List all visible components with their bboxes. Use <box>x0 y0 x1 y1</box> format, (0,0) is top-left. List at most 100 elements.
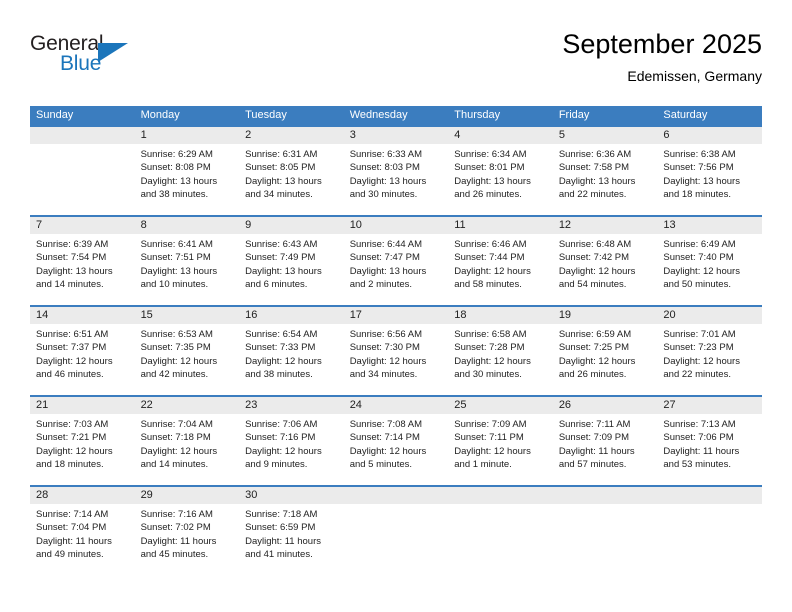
day-details <box>448 504 553 508</box>
sunset-text: Sunset: 7:35 PM <box>140 342 211 354</box>
daylight-text-line2: and 14 minutes. <box>140 459 209 471</box>
day-cell[interactable]: 9 Sunrise: 6:43 AM Sunset: 7:49 PM Dayli… <box>239 217 344 305</box>
daylight-text-line2: and 30 minutes. <box>349 189 418 201</box>
daylight-text-line1: Daylight: 11 hours <box>140 535 217 547</box>
day-cell[interactable]: 23 Sunrise: 7:06 AM Sunset: 7:16 PM Dayl… <box>239 397 344 485</box>
daylight-text-line2: and 18 minutes. <box>663 189 731 201</box>
sunrise-text: Sunrise: 6:43 AM <box>245 239 318 250</box>
day-cell[interactable]: 16 Sunrise: 6:54 AM Sunset: 7:33 PM Dayl… <box>239 307 344 395</box>
day-cell[interactable]: 15 Sunrise: 6:53 AM Sunset: 7:35 PM Dayl… <box>134 307 240 395</box>
day-cell[interactable]: 29 Sunrise: 7:16 AM Sunset: 7:02 PM Dayl… <box>134 487 240 575</box>
day-cell[interactable]: 30 Sunrise: 7:18 AM Sunset: 6:59 PM Dayl… <box>239 487 344 575</box>
day-cell[interactable]: 22 Sunrise: 7:04 AM Sunset: 7:18 PM Dayl… <box>134 397 240 485</box>
day-number: 16 <box>239 307 344 324</box>
day-number: 7 <box>30 217 135 234</box>
sunrise-text: Sunrise: 6:46 AM <box>454 239 527 250</box>
day-cell[interactable]: 3 Sunrise: 6:33 AM Sunset: 8:03 PM Dayli… <box>343 127 449 215</box>
daylight-text-line2: and 26 minutes. <box>558 369 627 381</box>
sunset-text: Sunset: 7:37 PM <box>36 342 107 354</box>
day-details: Sunrise: 7:11 AM Sunset: 7:09 PM Dayligh… <box>553 414 658 472</box>
sunrise-text: Sunrise: 7:08 AM <box>349 419 423 430</box>
daylight-text-line2: and 45 minutes. <box>140 549 209 561</box>
day-cell[interactable]: 5 Sunrise: 6:36 AM Sunset: 7:58 PM Dayli… <box>552 127 658 215</box>
daylight-text-line1: Daylight: 11 hours <box>663 445 740 457</box>
day-cell[interactable]: 1 Sunrise: 6:29 AM Sunset: 8:08 PM Dayli… <box>134 127 240 215</box>
daylight-text-line2: and 46 minutes. <box>36 369 104 381</box>
sunrise-text: Sunrise: 7:06 AM <box>245 419 318 430</box>
day-cell[interactable]: 12 Sunrise: 6:48 AM Sunset: 7:42 PM Dayl… <box>552 217 658 305</box>
day-cell[interactable]: 2 Sunrise: 6:31 AM Sunset: 8:05 PM Dayli… <box>239 127 344 215</box>
daylight-text-line1: Daylight: 13 hours <box>140 265 218 277</box>
day-number: 10 <box>343 217 449 234</box>
day-cell[interactable]: 10 Sunrise: 6:44 AM Sunset: 7:47 PM Dayl… <box>343 217 449 305</box>
day-cell[interactable]: 8 Sunrise: 6:41 AM Sunset: 7:51 PM Dayli… <box>134 217 240 305</box>
day-cell[interactable]: 18 Sunrise: 6:58 AM Sunset: 7:28 PM Dayl… <box>448 307 553 395</box>
daylight-text-line1: Daylight: 13 hours <box>558 175 636 187</box>
day-cell[interactable]: 7 Sunrise: 6:39 AM Sunset: 7:54 PM Dayli… <box>30 217 135 305</box>
day-number: 18 <box>448 307 553 324</box>
day-cell[interactable]: 13 Sunrise: 6:49 AM Sunset: 7:40 PM Dayl… <box>657 217 762 305</box>
sunset-text: Sunset: 7:58 PM <box>558 162 630 174</box>
day-details: Sunrise: 6:39 AM Sunset: 7:54 PM Dayligh… <box>30 234 135 292</box>
daylight-text-line1: Daylight: 12 hours <box>245 445 322 457</box>
day-number <box>30 127 135 144</box>
day-details: Sunrise: 6:38 AM Sunset: 7:56 PM Dayligh… <box>657 144 762 202</box>
sunrise-text: Sunrise: 7:03 AM <box>36 419 109 430</box>
sunset-text: Sunset: 7:25 PM <box>558 342 630 354</box>
day-cell[interactable]: 6 Sunrise: 6:38 AM Sunset: 7:56 PM Dayli… <box>657 127 762 215</box>
day-cell[interactable]: 14 Sunrise: 6:51 AM Sunset: 7:37 PM Dayl… <box>30 307 135 395</box>
day-number: 12 <box>552 217 658 234</box>
day-cell[interactable]: 25 Sunrise: 7:09 AM Sunset: 7:11 PM Dayl… <box>448 397 553 485</box>
sunset-text: Sunset: 7:02 PM <box>140 522 211 534</box>
day-details: Sunrise: 6:44 AM Sunset: 7:47 PM Dayligh… <box>344 234 449 292</box>
day-cell[interactable]: 27 Sunrise: 7:13 AM Sunset: 7:06 PM Dayl… <box>657 397 762 485</box>
day-number: 23 <box>239 397 344 414</box>
daylight-text-line1: Daylight: 12 hours <box>454 265 531 277</box>
day-cell[interactable]: 17 Sunrise: 6:56 AM Sunset: 7:30 PM Dayl… <box>343 307 449 395</box>
day-number: 14 <box>30 307 135 324</box>
general-blue-logo[interactable]: General Blue <box>30 32 160 82</box>
day-cell[interactable]: 11 Sunrise: 6:46 AM Sunset: 7:44 PM Dayl… <box>448 217 553 305</box>
day-cell[interactable]: 19 Sunrise: 6:59 AM Sunset: 7:25 PM Dayl… <box>552 307 658 395</box>
day-cell[interactable]: 28 Sunrise: 7:14 AM Sunset: 7:04 PM Dayl… <box>30 487 135 575</box>
sunset-text: Sunset: 7:30 PM <box>349 342 420 354</box>
sunset-text: Sunset: 7:44 PM <box>454 252 525 264</box>
daylight-text-line2: and 54 minutes. <box>558 279 627 291</box>
day-number: 3 <box>343 127 449 144</box>
week-row: 14 Sunrise: 6:51 AM Sunset: 7:37 PM Dayl… <box>30 305 762 395</box>
day-cell[interactable]: 20 Sunrise: 7:01 AM Sunset: 7:23 PM Dayl… <box>657 307 762 395</box>
daylight-text-line2: and 58 minutes. <box>454 279 522 291</box>
daylight-text-line2: and 26 minutes. <box>454 189 522 201</box>
daylight-text-line2: and 1 minute. <box>454 459 512 471</box>
sunrise-text: Sunrise: 7:01 AM <box>663 329 736 340</box>
day-details: Sunrise: 6:49 AM Sunset: 7:40 PM Dayligh… <box>657 234 762 292</box>
sunrise-text: Sunrise: 6:48 AM <box>558 239 632 250</box>
day-number: 1 <box>134 127 240 144</box>
daylight-text-line1: Daylight: 12 hours <box>140 355 218 367</box>
day-number: 21 <box>30 397 135 414</box>
day-cell[interactable]: 21 Sunrise: 7:03 AM Sunset: 7:21 PM Dayl… <box>30 397 135 485</box>
daylight-text-line2: and 38 minutes. <box>245 369 313 381</box>
sunrise-text: Sunrise: 6:33 AM <box>349 149 423 160</box>
day-cell[interactable]: 26 Sunrise: 7:11 AM Sunset: 7:09 PM Dayl… <box>552 397 658 485</box>
day-number: 2 <box>239 127 344 144</box>
daylight-text-line2: and 6 minutes. <box>245 279 308 291</box>
day-details: Sunrise: 6:58 AM Sunset: 7:28 PM Dayligh… <box>448 324 553 382</box>
sunset-text: Sunset: 7:33 PM <box>245 342 316 354</box>
sunset-text: Sunset: 7:28 PM <box>454 342 525 354</box>
daylight-text-line1: Daylight: 11 hours <box>245 535 321 547</box>
daylight-text-line1: Daylight: 12 hours <box>36 355 113 367</box>
sunrise-text: Sunrise: 7:11 AM <box>558 419 631 430</box>
day-details: Sunrise: 6:29 AM Sunset: 8:08 PM Dayligh… <box>135 144 240 202</box>
sunrise-text: Sunrise: 7:13 AM <box>663 419 736 430</box>
day-number: 8 <box>134 217 240 234</box>
day-cell[interactable]: 24 Sunrise: 7:08 AM Sunset: 7:14 PM Dayl… <box>343 397 449 485</box>
day-cell[interactable]: 4 Sunrise: 6:34 AM Sunset: 8:01 PM Dayli… <box>448 127 553 215</box>
daylight-text-line1: Daylight: 12 hours <box>349 445 427 457</box>
daylight-text-line1: Daylight: 13 hours <box>663 175 740 187</box>
week-row: 28 Sunrise: 7:14 AM Sunset: 7:04 PM Dayl… <box>30 485 762 575</box>
sunrise-text: Sunrise: 6:39 AM <box>36 239 109 250</box>
daylight-text-line2: and 34 minutes. <box>349 369 418 381</box>
sunrise-text: Sunrise: 6:31 AM <box>245 149 318 160</box>
sunrise-text: Sunrise: 6:34 AM <box>454 149 527 160</box>
